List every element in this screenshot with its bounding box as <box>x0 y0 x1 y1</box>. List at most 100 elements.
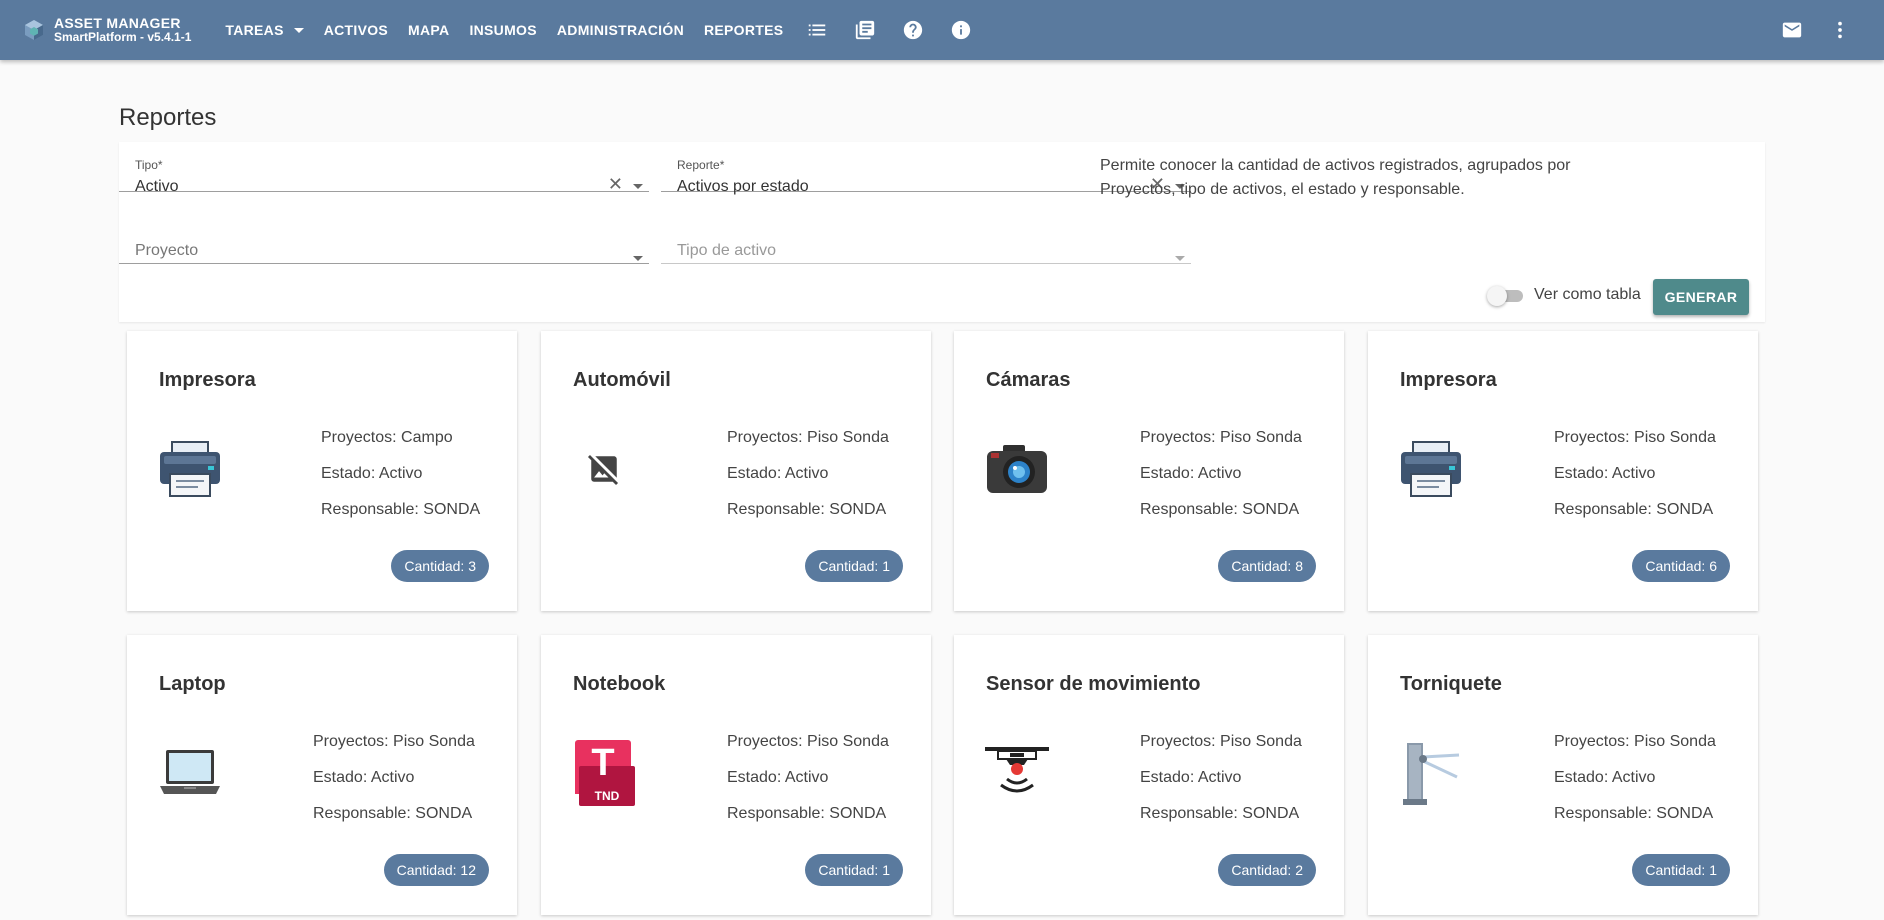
cantidad-badge: Cantidad: 1 <box>1632 854 1730 886</box>
report-card: Torniquete Proyectos: Piso Sonda Estado:… <box>1368 635 1758 915</box>
card-title: Impresora <box>159 369 256 391</box>
chevron-down-icon[interactable] <box>633 184 643 189</box>
top-app-bar: ASSET MANAGER SmartPlatform - v5.4.1-1 T… <box>0 0 1884 60</box>
proyecto-placeholder: Proyecto <box>135 242 199 259</box>
tipo-activo-placeholder: Tipo de activo <box>677 242 777 259</box>
cantidad-badge: Cantidad: 1 <box>805 854 903 886</box>
nav-mapa[interactable]: MAPA <box>398 22 459 38</box>
nav-insumos-label: INSUMOS <box>469 22 537 38</box>
report-description: Permite conocer la cantidad de activos r… <box>1100 157 1571 198</box>
tipo-label: Tipo* <box>135 158 163 172</box>
nav-administracion-label: ADMINISTRACIÓN <box>556 22 684 38</box>
cantidad-badge: Cantidad: 2 <box>1218 854 1316 886</box>
page-title: Reportes <box>119 104 217 131</box>
help-icon[interactable] <box>889 6 937 54</box>
report-card: Impresora Proyectos: Campo Estado: Activ… <box>127 331 517 611</box>
card-estado: Estado: Activo <box>1140 465 1242 482</box>
card-estado: Estado: Activo <box>321 465 423 482</box>
info-icon[interactable] <box>937 6 985 54</box>
motion-sensor-icon <box>984 740 1050 806</box>
card-title: Laptop <box>159 673 226 695</box>
card-estado: Estado: Activo <box>1554 465 1656 482</box>
nav-activos[interactable]: ACTIVOS <box>314 22 398 38</box>
card-info: Proyectos: Piso Sonda Estado: Activo Res… <box>1554 731 1716 839</box>
printer-icon <box>157 436 223 502</box>
mail-icon[interactable] <box>1768 6 1816 54</box>
card-title: Torniquete <box>1400 673 1502 695</box>
card-info: Proyectos: Piso Sonda Estado: Activo Res… <box>1140 731 1302 839</box>
report-card: Impresora Proyectos: Piso Sonda Estado: … <box>1368 331 1758 611</box>
printer-icon <box>1398 436 1464 502</box>
card-info: Proyectos: Piso Sonda Estado: Activo Res… <box>727 427 889 535</box>
card-info: Proyectos: Piso Sonda Estado: Activo Res… <box>1140 427 1302 535</box>
card-info: Proyectos: Piso Sonda Estado: Activo Res… <box>313 731 475 839</box>
nav-reportes[interactable]: REPORTES <box>694 22 793 38</box>
chevron-down-icon <box>293 27 304 33</box>
card-proyectos: Proyectos: Piso Sonda <box>313 733 475 750</box>
more-vert-icon[interactable] <box>1816 6 1864 54</box>
card-estado: Estado: Activo <box>313 769 415 786</box>
card-responsable: Responsable: SONDA <box>313 805 473 822</box>
tipo-select[interactable]: Tipo* Activo ✕ <box>119 142 649 195</box>
card-proyectos: Proyectos: Piso Sonda <box>1554 429 1716 446</box>
nav-tareas[interactable]: TAREAS <box>215 22 313 38</box>
brand[interactable]: ASSET MANAGER SmartPlatform - v5.4.1-1 <box>22 16 191 43</box>
tipo-value: Activo <box>135 178 179 195</box>
generar-button[interactable]: GENERAR <box>1653 279 1749 315</box>
list-icon[interactable] <box>793 6 841 54</box>
chevron-down-icon[interactable] <box>1175 256 1185 261</box>
card-estado: Estado: Activo <box>1554 769 1656 786</box>
tnd-app-icon: T TND <box>571 740 637 806</box>
camera-icon <box>984 436 1050 502</box>
nav-activos-label: ACTIVOS <box>323 22 389 38</box>
card-proyectos: Proyectos: Piso Sonda <box>727 429 889 446</box>
card-responsable: Responsable: SONDA <box>1554 805 1714 822</box>
cantidad-badge: Cantidad: 6 <box>1632 550 1730 582</box>
cantidad-badge: Cantidad: 3 <box>391 550 489 582</box>
library-books-icon[interactable] <box>841 6 889 54</box>
top-right-actions <box>1768 6 1864 54</box>
app-version: SmartPlatform - v5.4.1-1 <box>54 30 192 45</box>
toggle-thumb <box>1487 286 1507 306</box>
proyecto-select[interactable]: Proyecto <box>119 214 649 264</box>
report-card: Automóvil Proyectos: Piso Sonda Estado: … <box>541 331 931 611</box>
nav-tareas-label: TAREAS <box>225 22 284 38</box>
app-title: ASSET MANAGER <box>54 15 181 32</box>
card-proyectos: Proyectos: Campo <box>321 429 453 446</box>
nav-reportes-label: REPORTES <box>703 22 784 38</box>
nav-insumos[interactable]: INSUMOS <box>459 22 546 38</box>
card-responsable: Responsable: SONDA <box>1140 501 1300 518</box>
card-info: Proyectos: Piso Sonda Estado: Activo Res… <box>727 731 889 839</box>
card-responsable: Responsable: SONDA <box>1554 501 1714 518</box>
card-info: Proyectos: Campo Estado: Activo Responsa… <box>321 427 480 535</box>
nav-administracion[interactable]: ADMINISTRACIÓN <box>547 22 694 38</box>
report-card: Sensor de movimiento Proyectos: Piso Son… <box>954 635 1344 915</box>
card-responsable: Responsable: SONDA <box>727 501 887 518</box>
report-card: Cámaras Proyectos: Piso Sonda Estado: Ac… <box>954 331 1344 611</box>
card-proyectos: Proyectos: Piso Sonda <box>1140 733 1302 750</box>
report-card: Notebook T TND Proyectos: Piso Sonda Est… <box>541 635 931 915</box>
ver-como-tabla-label[interactable]: Ver como tabla <box>1534 286 1641 304</box>
card-title: Impresora <box>1400 369 1497 391</box>
clear-icon[interactable]: ✕ <box>608 174 623 194</box>
cantidad-badge: Cantidad: 12 <box>383 854 489 886</box>
turnstile-icon <box>1398 740 1464 806</box>
reporte-label: Reporte* <box>677 158 725 172</box>
card-estado: Estado: Activo <box>727 769 829 786</box>
chevron-down-icon[interactable] <box>633 256 643 261</box>
card-proyectos: Proyectos: Piso Sonda <box>1140 429 1302 446</box>
card-info: Proyectos: Piso Sonda Estado: Activo Res… <box>1554 427 1716 535</box>
image-not-supported-icon <box>571 436 637 502</box>
nav-mapa-label: MAPA <box>408 22 450 38</box>
tnd-letter: T <box>591 742 615 784</box>
laptop-icon <box>157 740 223 806</box>
ver-como-tabla-toggle[interactable] <box>1487 286 1523 306</box>
card-estado: Estado: Activo <box>1140 769 1242 786</box>
cantidad-badge: Cantidad: 1 <box>805 550 903 582</box>
cantidad-badge: Cantidad: 8 <box>1218 550 1316 582</box>
report-card: Laptop Proyectos: Piso Sonda Estado: Act… <box>127 635 517 915</box>
card-title: Notebook <box>573 673 666 695</box>
tipo-activo-select[interactable]: Tipo de activo <box>661 214 1191 264</box>
card-responsable: Responsable: SONDA <box>321 501 481 518</box>
card-responsable: Responsable: SONDA <box>1140 805 1300 822</box>
